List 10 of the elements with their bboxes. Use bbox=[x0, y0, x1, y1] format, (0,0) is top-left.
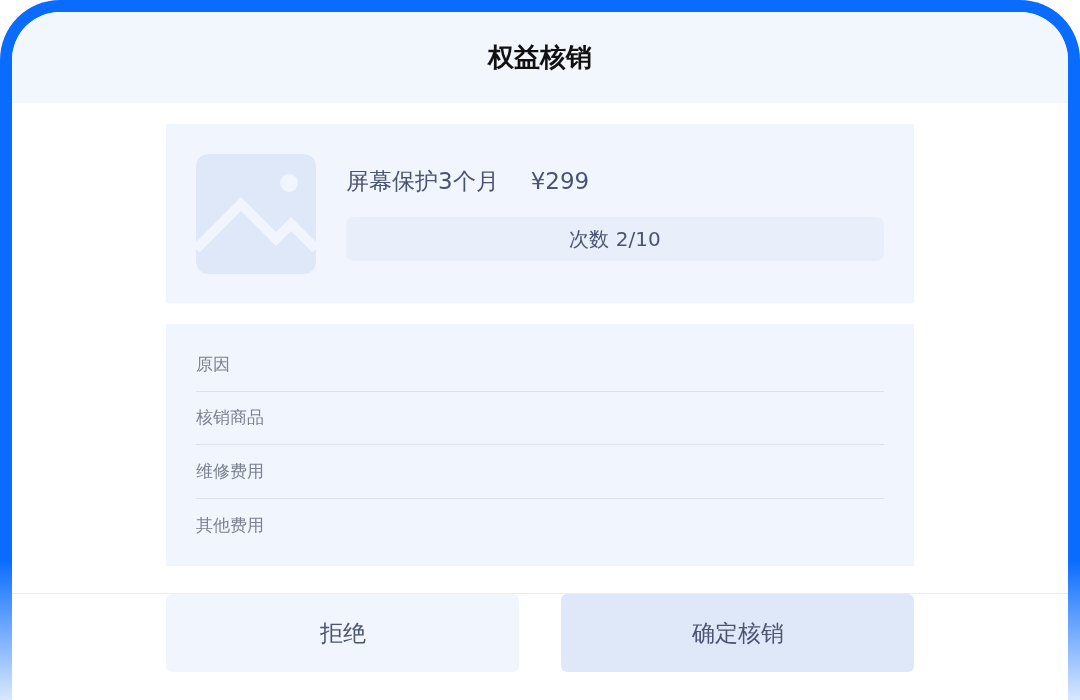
usage-count: 次数 2/10 bbox=[346, 216, 884, 261]
field-label: 核销商品 bbox=[196, 406, 264, 429]
field-label: 其他费用 bbox=[196, 513, 264, 537]
field-label: 原因 bbox=[196, 352, 230, 376]
confirm-button[interactable]: 确定核销 bbox=[561, 594, 914, 672]
product-name: 屏幕保护3个月 bbox=[346, 167, 499, 196]
reject-button[interactable]: 拒绝 bbox=[166, 594, 519, 672]
dialog-title: 权益核销 bbox=[488, 41, 592, 74]
product-price: ¥299 bbox=[530, 167, 590, 196]
field-label: 维修费用 bbox=[196, 459, 264, 483]
